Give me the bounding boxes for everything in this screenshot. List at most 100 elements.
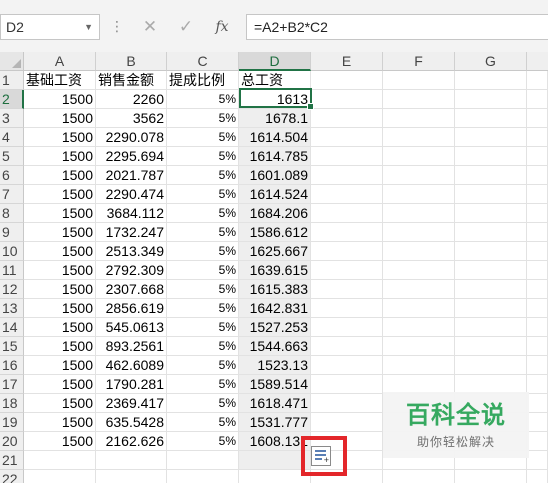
cell-c[interactable]: 5% — [167, 280, 239, 299]
cell-g[interactable] — [455, 90, 527, 109]
cell-g[interactable] — [455, 128, 527, 147]
cell-d[interactable]: 1544.663 — [239, 337, 311, 356]
row-header[interactable]: 9 — [0, 223, 24, 242]
cell-c[interactable]: 5% — [167, 337, 239, 356]
cell-f[interactable] — [383, 109, 455, 128]
cell-f[interactable] — [383, 185, 455, 204]
cell-c[interactable]: 5% — [167, 375, 239, 394]
cell-d[interactable]: 1523.13 — [239, 356, 311, 375]
row-header[interactable]: 11 — [0, 261, 24, 280]
cell-a[interactable]: 1500 — [24, 356, 96, 375]
cell-d[interactable]: 1589.514 — [239, 375, 311, 394]
cell-a[interactable]: 1500 — [24, 204, 96, 223]
cell-c[interactable]: 5% — [167, 299, 239, 318]
row-header[interactable]: 14 — [0, 318, 24, 337]
cell-b[interactable]: 2369.417 — [96, 394, 167, 413]
cell-h[interactable] — [527, 128, 548, 147]
cell-f[interactable] — [383, 147, 455, 166]
cell-e[interactable] — [311, 299, 383, 318]
cell-d[interactable]: 1618.471 — [239, 394, 311, 413]
cell-e[interactable] — [311, 337, 383, 356]
cell-f[interactable] — [383, 280, 455, 299]
formula-input[interactable]: =A2+B2*C2 — [246, 14, 548, 40]
cell-a[interactable]: 1500 — [24, 128, 96, 147]
select-all-corner[interactable] — [0, 52, 24, 71]
row-header[interactable]: 12 — [0, 280, 24, 299]
cell-a[interactable] — [24, 470, 96, 483]
cell-b[interactable]: 2290.078 — [96, 128, 167, 147]
column-header-c[interactable]: C — [167, 52, 239, 71]
cell-g[interactable] — [455, 71, 527, 90]
cell-g[interactable] — [455, 147, 527, 166]
cell-e[interactable] — [311, 413, 383, 432]
cell-d[interactable]: 1678.1 — [239, 109, 311, 128]
name-box[interactable]: D2 ▼ — [0, 14, 100, 40]
column-header-b[interactable]: B — [96, 52, 167, 71]
cell-a[interactable]: 基础工资 — [24, 71, 96, 90]
cell-f[interactable] — [383, 223, 455, 242]
row-header[interactable]: 7 — [0, 185, 24, 204]
cell-f[interactable] — [383, 204, 455, 223]
cell-d[interactable]: 1614.785 — [239, 147, 311, 166]
cell-h[interactable] — [527, 470, 548, 483]
cell-h[interactable] — [527, 299, 548, 318]
cell-a[interactable]: 1500 — [24, 318, 96, 337]
cancel-icon[interactable]: ✕ — [134, 14, 166, 40]
cell-b[interactable]: 635.5428 — [96, 413, 167, 432]
cell-c[interactable]: 5% — [167, 318, 239, 337]
row-header[interactable]: 20 — [0, 432, 24, 451]
cell-a[interactable]: 1500 — [24, 280, 96, 299]
cell-a[interactable]: 1500 — [24, 223, 96, 242]
cell-d[interactable]: 1586.612 — [239, 223, 311, 242]
cell-a[interactable]: 1500 — [24, 147, 96, 166]
row-header[interactable]: 18 — [0, 394, 24, 413]
row-header[interactable]: 2 — [0, 90, 24, 109]
cell-a[interactable]: 1500 — [24, 90, 96, 109]
cell-b[interactable]: 2290.474 — [96, 185, 167, 204]
cell-d[interactable]: 1614.524 — [239, 185, 311, 204]
cell-f[interactable] — [383, 356, 455, 375]
enter-icon[interactable]: ✓ — [170, 14, 202, 40]
cell-c[interactable]: 5% — [167, 413, 239, 432]
cell-c[interactable]: 5% — [167, 166, 239, 185]
cell-g[interactable] — [455, 261, 527, 280]
cell-g[interactable] — [455, 242, 527, 261]
cell-b[interactable]: 462.6089 — [96, 356, 167, 375]
cell-c[interactable]: 5% — [167, 109, 239, 128]
quick-analysis-icon[interactable]: + — [311, 446, 331, 466]
cell-c[interactable] — [167, 470, 239, 483]
cell-f[interactable] — [383, 90, 455, 109]
cell-h[interactable] — [527, 356, 548, 375]
row-header[interactable]: 3 — [0, 109, 24, 128]
column-header-d[interactable]: D — [239, 52, 311, 71]
cell-b[interactable]: 2856.619 — [96, 299, 167, 318]
row-header[interactable]: 5 — [0, 147, 24, 166]
column-header-a[interactable]: A — [24, 52, 96, 71]
cell-c[interactable]: 5% — [167, 147, 239, 166]
cell-b[interactable]: 销售金额 — [96, 71, 167, 90]
cell-e[interactable] — [311, 204, 383, 223]
row-header[interactable]: 13 — [0, 299, 24, 318]
row-header[interactable]: 8 — [0, 204, 24, 223]
cell-a[interactable] — [24, 451, 96, 470]
cell-d[interactable]: 1642.831 — [239, 299, 311, 318]
insert-function-icon[interactable]: fx — [206, 14, 238, 40]
cell-b[interactable]: 2162.626 — [96, 432, 167, 451]
cell-b[interactable] — [96, 470, 167, 483]
cell-d[interactable]: 1615.383 — [239, 280, 311, 299]
cell-e[interactable] — [311, 71, 383, 90]
cell-f[interactable] — [383, 166, 455, 185]
column-header-e[interactable]: E — [311, 52, 383, 71]
cell-d[interactable]: 1601.089 — [239, 166, 311, 185]
cell-g[interactable] — [455, 223, 527, 242]
cell-h[interactable] — [527, 432, 548, 451]
cell-h[interactable] — [527, 451, 548, 470]
cell-g[interactable] — [455, 337, 527, 356]
cell-b[interactable]: 893.2561 — [96, 337, 167, 356]
cell-a[interactable]: 1500 — [24, 109, 96, 128]
cell-a[interactable]: 1500 — [24, 337, 96, 356]
cell-c[interactable]: 5% — [167, 356, 239, 375]
column-header-h[interactable] — [527, 52, 548, 71]
row-header[interactable]: 21 — [0, 451, 24, 470]
cell-f[interactable] — [383, 318, 455, 337]
